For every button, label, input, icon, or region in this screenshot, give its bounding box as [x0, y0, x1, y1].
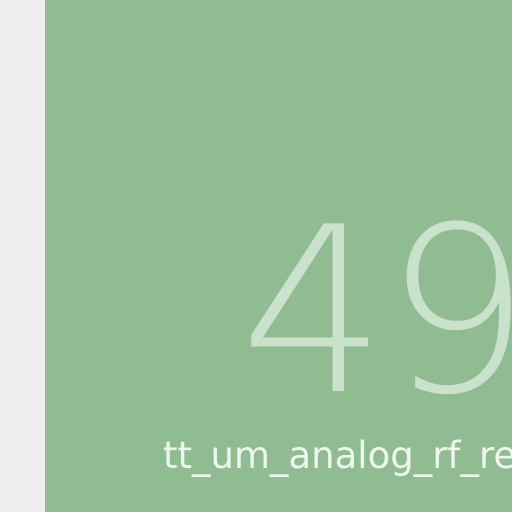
- page: 49 tt_um_analog_rf_rea: [0, 0, 512, 512]
- left-margin-strip: [0, 0, 45, 512]
- tile-label: tt_um_analog_rf_rea: [163, 434, 512, 477]
- project-tile[interactable]: 49 tt_um_analog_rf_rea: [45, 0, 512, 512]
- tile-number: 49: [240, 179, 512, 446]
